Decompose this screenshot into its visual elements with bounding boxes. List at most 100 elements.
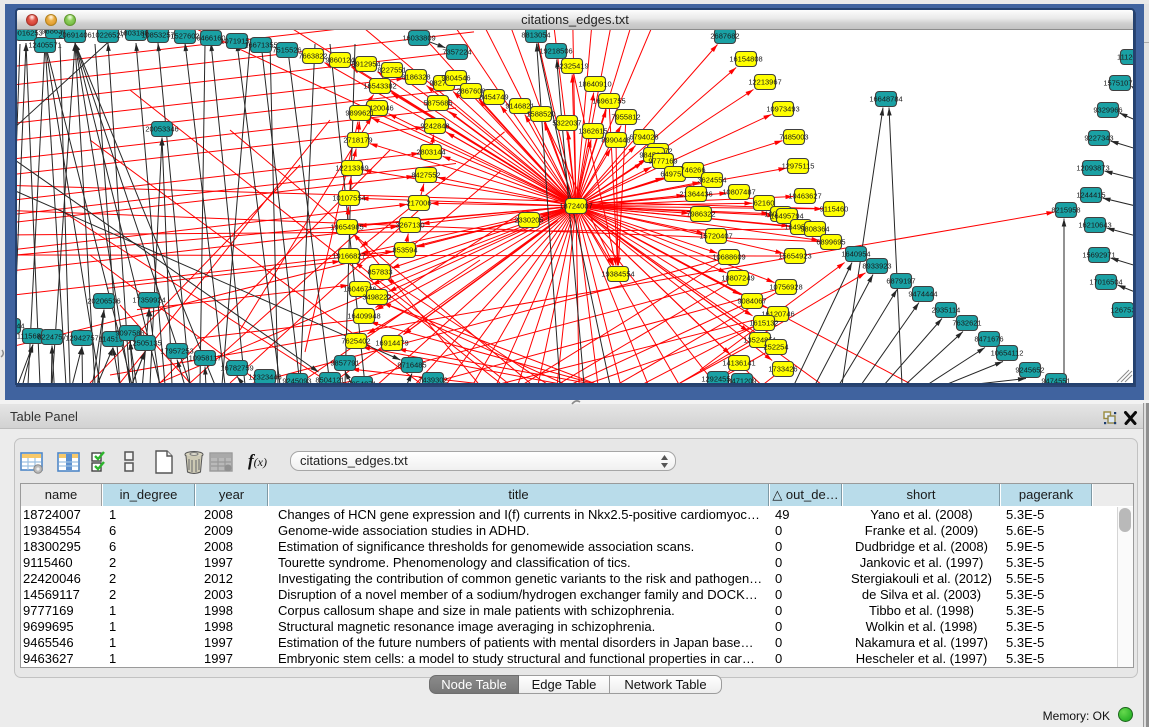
svg-text:2054071: 2054071 <box>347 380 376 383</box>
svg-text:19654985: 19654985 <box>330 223 363 232</box>
svg-text:8990448: 8990448 <box>601 136 630 145</box>
svg-text:12325419: 12325419 <box>555 62 588 71</box>
svg-text:9084067: 9084067 <box>737 297 766 306</box>
svg-text:8427552: 8427552 <box>411 171 440 180</box>
svg-text:1733426: 1733426 <box>768 365 797 374</box>
svg-text:7515526: 7515526 <box>272 46 301 55</box>
svg-text:8813054: 8813054 <box>521 31 550 40</box>
svg-text:16210643: 16210643 <box>1078 221 1111 230</box>
svg-text:7625402: 7625402 <box>341 337 370 346</box>
svg-text:17016504: 17016504 <box>1089 278 1122 287</box>
svg-text:8224757: 8224757 <box>37 333 66 342</box>
svg-text:2687682: 2687682 <box>710 32 739 41</box>
svg-text:7663822: 7663822 <box>298 52 327 61</box>
svg-text:9242848: 9242848 <box>420 122 449 131</box>
svg-text:7485003: 7485003 <box>779 133 808 142</box>
svg-text:9716485: 9716485 <box>397 361 426 370</box>
svg-text:3267130: 3267130 <box>395 221 424 230</box>
svg-text:7357224: 7357224 <box>442 48 471 57</box>
svg-text:252254: 252254 <box>763 343 788 352</box>
svg-text:16543382: 16543382 <box>363 82 396 91</box>
svg-text:9777169: 9777169 <box>648 157 677 166</box>
svg-text:3624554: 3624554 <box>697 176 726 185</box>
svg-text:16648784: 16648784 <box>869 95 902 104</box>
svg-text:21364436: 21364436 <box>679 190 712 199</box>
svg-text:9474551: 9474551 <box>1041 377 1070 383</box>
svg-text:10654112: 10654112 <box>991 349 1024 358</box>
svg-text:1362615: 1362615 <box>578 127 607 136</box>
svg-text:3498222: 3498222 <box>362 293 391 302</box>
svg-text:12213967: 12213967 <box>748 78 781 87</box>
svg-text:8186328: 8186328 <box>401 73 430 82</box>
svg-text:20206536: 20206536 <box>87 297 120 306</box>
svg-text:9808364: 9808364 <box>800 225 829 234</box>
svg-text:15692971: 15692971 <box>1082 251 1115 260</box>
svg-text:8933923: 8933923 <box>862 262 891 271</box>
svg-text:16033809: 16033809 <box>402 34 435 43</box>
svg-text:10973493: 10973493 <box>766 105 799 114</box>
svg-text:8215958: 8215958 <box>1051 206 1080 215</box>
svg-text:9804546: 9804546 <box>441 74 470 83</box>
svg-text:10807487: 10807487 <box>722 188 755 197</box>
svg-text:7986322: 7986322 <box>686 210 715 219</box>
svg-text:9899621: 9899621 <box>345 109 374 118</box>
svg-text:18640910: 18640910 <box>578 80 611 89</box>
svg-text:6794028: 6794028 <box>629 133 658 142</box>
svg-text:5322037: 5322037 <box>552 119 581 128</box>
svg-text:7632621: 7632621 <box>952 319 981 328</box>
svg-text:16782759: 16782759 <box>220 364 253 373</box>
svg-text:6879197: 6879197 <box>886 277 915 286</box>
svg-text:2330205: 2330205 <box>514 216 543 225</box>
svg-text:9115460: 9115460 <box>820 205 849 214</box>
svg-text:9245652: 9245652 <box>1015 366 1044 375</box>
svg-text:18724007: 18724007 <box>559 202 592 211</box>
svg-text:15751074: 15751074 <box>1103 79 1133 88</box>
svg-text:6899695: 6899695 <box>816 238 845 247</box>
svg-text:12093873: 12093873 <box>1076 164 1109 173</box>
svg-text:18807249: 18807249 <box>721 274 754 283</box>
svg-text:14136141: 14136141 <box>722 359 755 368</box>
svg-text:16409948: 16409948 <box>347 312 380 321</box>
svg-text:16154808: 16154808 <box>729 55 762 64</box>
svg-text:1640954: 1640954 <box>841 250 870 259</box>
svg-text:1615132: 1615132 <box>749 319 778 328</box>
svg-text:9860124: 9860124 <box>325 56 354 65</box>
svg-text:8454749: 8454749 <box>479 93 508 102</box>
svg-text:126753: 126753 <box>1110 306 1133 315</box>
svg-text:2803144: 2803144 <box>416 148 445 157</box>
svg-text:7439302: 7439302 <box>418 376 447 383</box>
svg-text:1527602: 1527602 <box>170 32 199 41</box>
svg-text:20016253: 20016253 <box>17 30 43 38</box>
svg-text:12405571: 12405571 <box>28 41 61 50</box>
svg-text:9245093: 9245093 <box>282 377 311 383</box>
svg-text:12505135: 12505135 <box>128 339 161 348</box>
svg-text:2935114: 2935114 <box>932 306 961 315</box>
svg-text:10688609: 10688609 <box>712 253 745 262</box>
svg-text:12213369: 12213369 <box>335 164 368 173</box>
svg-text:10958117: 10958117 <box>189 354 222 363</box>
svg-text:8504121: 8504121 <box>315 376 344 383</box>
svg-text:9227343: 9227343 <box>1084 134 1113 143</box>
svg-text:62160: 62160 <box>754 199 775 208</box>
svg-text:5875685: 5875685 <box>423 99 452 108</box>
svg-text:19166827: 19166827 <box>332 252 365 261</box>
svg-text:217006: 217006 <box>406 199 431 208</box>
svg-text:10107554: 10107554 <box>332 194 365 203</box>
svg-text:15654923: 15654923 <box>778 252 811 261</box>
svg-text:12942757: 12942757 <box>65 334 98 343</box>
svg-text:20691406: 20691406 <box>58 31 91 40</box>
svg-text:1588520: 1588520 <box>526 110 555 119</box>
svg-text:19463627: 19463627 <box>788 192 821 201</box>
svg-text:19218506: 19218506 <box>539 47 572 56</box>
svg-text:12323446: 12323446 <box>248 373 281 382</box>
svg-text:17359924: 17359924 <box>132 296 165 305</box>
svg-text:19384554: 19384554 <box>601 270 634 279</box>
svg-text:10756928: 10756928 <box>769 283 802 292</box>
svg-text:1112058: 1112058 <box>1117 53 1133 62</box>
svg-text:8912954: 8912954 <box>351 60 380 69</box>
svg-text:16961755: 16961755 <box>592 97 625 106</box>
svg-text:8471676: 8471676 <box>974 335 1003 344</box>
svg-text:20053346: 20053346 <box>145 125 178 134</box>
svg-text:857833: 857833 <box>367 268 392 277</box>
svg-text:9857791: 9857791 <box>330 359 359 368</box>
